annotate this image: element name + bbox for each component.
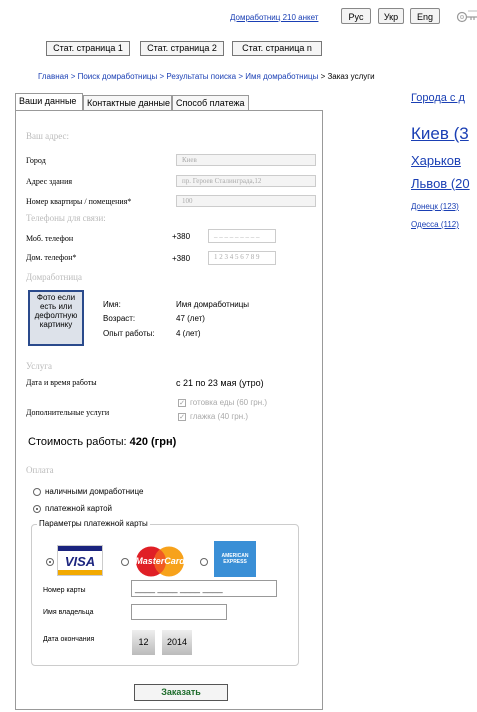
apartment-label: Номер квартиры / помещения* — [26, 197, 132, 206]
breadcrumb-separator: > — [159, 72, 165, 81]
card-params-title: Параметры платежной карты — [37, 519, 150, 528]
pay-cash-label: наличными домработнице — [45, 487, 144, 496]
datetime-value: с 21 по 23 мая (утро) — [176, 378, 264, 388]
city-field[interactable]: Киев — [176, 154, 316, 166]
housekeeper-photo: Фото если есть или дефолтную картинку — [28, 290, 84, 346]
extra-cooking-label: готовка еды (60 грн.) — [190, 398, 268, 407]
breadcrumb-housekeeper[interactable]: Имя домработницы — [245, 72, 318, 81]
housekeepers-count-link[interactable]: Домработниц 210 анкет — [230, 13, 318, 22]
city-link-kiev[interactable]: Киев (3 — [411, 124, 469, 144]
tab-contact-data[interactable]: Контактные данные — [83, 95, 172, 110]
expiry-month-select[interactable]: 12 — [132, 630, 155, 655]
static-page-2-button[interactable]: Стат. страница 2 — [140, 41, 224, 56]
address-section-title: Ваш адрес: — [26, 131, 69, 141]
lang-uk-button[interactable]: Укр — [378, 8, 404, 24]
housekeeper-name-label: Имя: — [103, 300, 121, 309]
card-visa-radio[interactable] — [46, 558, 54, 566]
visa-logo-top-stripe — [58, 546, 102, 551]
order-submit-button[interactable]: Заказать — [134, 684, 228, 701]
building-label: Адрес здания — [26, 177, 73, 186]
breadcrumb-separator: > — [320, 72, 326, 81]
housekeeper-age-value: 47 (лет) — [176, 314, 205, 323]
cost-label: Стоимость работы: — [28, 436, 127, 448]
breadcrumb-current: Заказ услуги — [327, 72, 375, 81]
owner-name-label: Имя владельца — [43, 609, 94, 616]
tab-your-data[interactable]: Ваши данные — [15, 93, 83, 110]
housekeeper-age-label: Возраст: — [103, 314, 136, 323]
breadcrumb-separator: > — [238, 72, 244, 81]
static-page-1-button[interactable]: Стат. страница 1 — [46, 41, 130, 56]
phones-section-title: Телефоны для связи: — [26, 213, 106, 223]
visa-logo: VISA — [57, 545, 103, 576]
breadcrumb: Главная > Поиск домработницы > Результат… — [38, 72, 375, 81]
extra-ironing-label: глажка (40 грн.) — [190, 412, 249, 421]
cost-value: 420 (грн) — [129, 436, 177, 448]
mastercard-logo: MasterCard — [133, 545, 187, 578]
breadcrumb-home[interactable]: Главная — [38, 72, 68, 81]
mobile-phone-prefix: +380 — [172, 232, 191, 241]
lang-ru-button[interactable]: Рус — [341, 8, 371, 24]
visa-logo-bottom-stripe — [58, 570, 102, 575]
datetime-label: Дата и время работы — [26, 378, 97, 387]
city-link-lviv[interactable]: Львов (20 — [411, 176, 470, 191]
city-link-odessa[interactable]: Одесса (112) — [411, 220, 459, 229]
amex-logo: AMERICAN EXPRESS — [214, 541, 256, 577]
static-page-n-button[interactable]: Стат. страница n — [232, 41, 322, 56]
pay-card-radio[interactable] — [33, 505, 41, 513]
tab-payment-method[interactable]: Способ платежа — [172, 95, 249, 110]
pay-cash-radio[interactable] — [33, 488, 41, 496]
key-icon[interactable] — [455, 6, 477, 28]
card-amex-radio[interactable] — [200, 558, 208, 566]
expiry-year-select[interactable]: 2014 — [162, 630, 192, 655]
photo-placeholder-text: Фото если есть или дефолтную картинку — [34, 293, 78, 329]
mobile-phone-field[interactable]: _ _ _ _ _ _ _ _ _ — [208, 229, 276, 243]
home-phone-prefix: +380 — [172, 254, 191, 263]
mastercard-logo-text: MasterCard — [135, 556, 185, 566]
city-link-donetsk[interactable]: Донецк (123) — [411, 202, 459, 211]
apartment-field[interactable]: 100 — [176, 195, 316, 207]
city-link-kharkiv[interactable]: Харьков — [411, 153, 461, 168]
card-mastercard-radio[interactable] — [121, 558, 129, 566]
extra-ironing-checkbox[interactable]: ✓ — [178, 413, 186, 421]
owner-name-field[interactable] — [131, 604, 227, 620]
visa-logo-text: VISA — [64, 554, 96, 569]
breadcrumb-separator: > — [70, 72, 76, 81]
payment-section-title: Оплата — [26, 465, 54, 475]
card-number-field[interactable]: ____ ____ ____ ____ — [131, 580, 277, 597]
cost-row: Стоимость работы: 420 (грн) — [28, 436, 176, 448]
lang-en-button[interactable]: Eng — [410, 8, 440, 24]
card-number-label: Номер карты — [43, 587, 86, 594]
breadcrumb-results[interactable]: Результаты поиска — [166, 72, 236, 81]
mobile-phone-label: Моб. телефон — [26, 234, 74, 243]
extras-label: Дополнительные услуги — [26, 408, 110, 417]
housekeeper-experience-value: 4 (лет) — [176, 329, 201, 338]
home-phone-field[interactable]: 1 2 3 4 5 6 7 8 9 — [208, 251, 276, 265]
expiry-label: Дата окончания — [43, 636, 95, 643]
cities-title[interactable]: Города с д — [411, 92, 465, 104]
home-phone-label: Дом. телефон* — [26, 253, 77, 262]
housekeeper-experience-label: Опыт работы: — [103, 329, 155, 338]
service-section-title: Услуга — [26, 361, 52, 371]
city-label: Город — [26, 156, 46, 165]
breadcrumb-search[interactable]: Поиск домработницы — [78, 72, 158, 81]
pay-card-label: платежной картой — [45, 504, 113, 513]
extra-cooking-checkbox[interactable]: ✓ — [178, 399, 186, 407]
building-field[interactable]: пр. Героев Сталинграда,12 — [176, 175, 316, 187]
housekeeper-name-value: Имя домработницы — [176, 300, 250, 309]
housekeeper-section-title: Домработница — [26, 272, 82, 282]
